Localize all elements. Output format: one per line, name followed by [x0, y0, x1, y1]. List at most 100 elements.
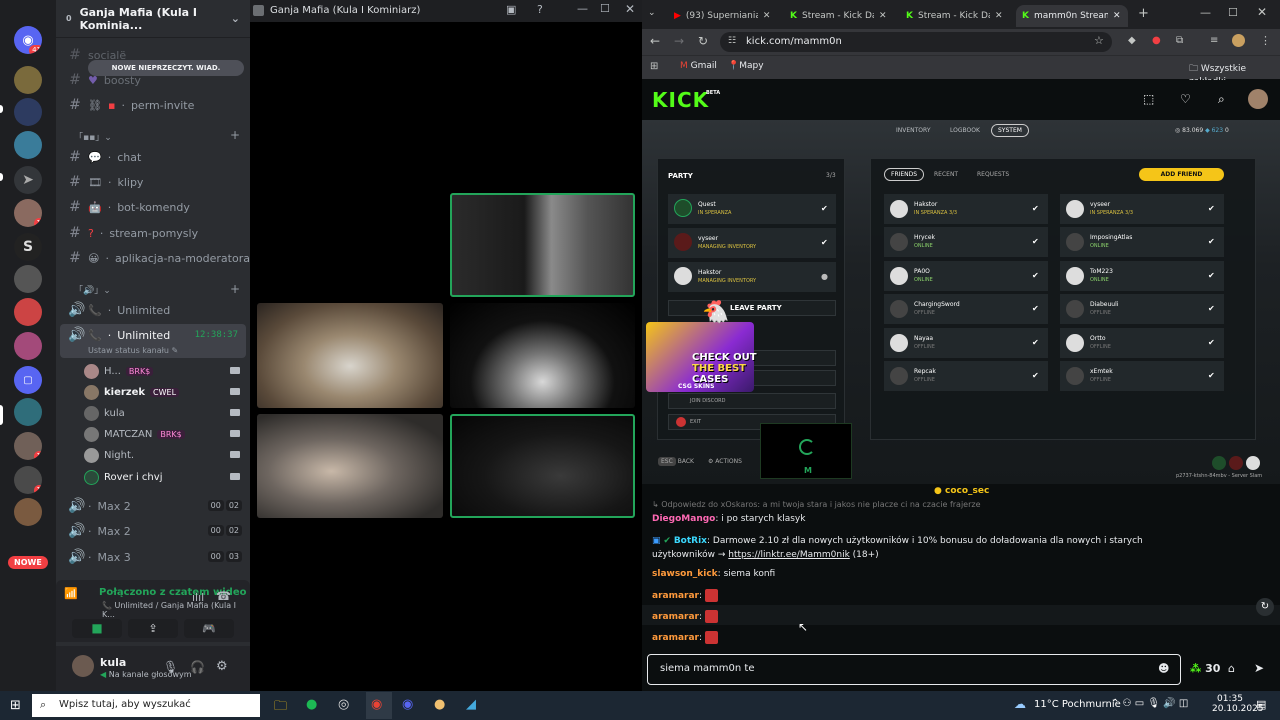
voice-user[interactable]: kula: [84, 404, 125, 422]
add-voice-channel-icon[interactable]: +: [230, 282, 240, 296]
microphone-icon[interactable]: 🎙: [163, 660, 178, 674]
channel-status[interactable]: Ustaw status kanału ✎: [88, 346, 178, 355]
weather-cloud-icon[interactable]: ☁: [1014, 697, 1026, 711]
app-icon[interactable]: ●: [434, 697, 445, 712]
close-icon[interactable]: ✕: [625, 2, 635, 16]
user-avatar[interactable]: [1248, 89, 1268, 109]
voice-channel-max[interactable]: 🔊 · Max 2: [68, 497, 131, 515]
server-icon[interactable]: 1: [14, 199, 42, 227]
scroll-down-button[interactable]: ↻: [1256, 598, 1274, 616]
extension-icon[interactable]: ◆: [1128, 35, 1136, 46]
tab[interactable]: KStream - Kick Dashb✕: [900, 5, 1010, 27]
tab[interactable]: KStream - Kick Dashb✕: [784, 5, 894, 27]
voice-channel-unlimited[interactable]: 🔊 📞 · Unlimited: [68, 301, 170, 319]
search-placeholder[interactable]: Wpisz tutaj, aby wyszukać: [59, 699, 191, 710]
steam-icon[interactable]: ◎: [338, 697, 349, 712]
voice-user[interactable]: MATCZAN BRK$: [84, 425, 185, 443]
profile-avatar[interactable]: [1232, 34, 1245, 47]
emoji-picker-icon[interactable]: ☻: [1158, 662, 1169, 675]
reload-icon[interactable]: ↻: [698, 34, 708, 48]
extension-icon[interactable]: ●: [1152, 35, 1161, 46]
voice-user[interactable]: H... BRK$: [84, 362, 154, 380]
clips-icon[interactable]: ⬚: [1143, 92, 1154, 106]
server-icon[interactable]: 1: [14, 466, 42, 494]
minimize-icon[interactable]: —: [1200, 6, 1211, 19]
chevron-down-icon[interactable]: ⌄: [231, 12, 240, 25]
new-badge[interactable]: NOWE: [8, 556, 48, 569]
chat-username[interactable]: DiegoMango: [652, 514, 715, 524]
kick-logo[interactable]: KICK: [652, 88, 709, 112]
activity-button[interactable]: 🎮: [184, 619, 234, 638]
channel-chat[interactable]: # 💬 · chat: [68, 148, 141, 166]
channel-points[interactable]: ⁂ 30: [1190, 662, 1220, 675]
channel-perm-invite[interactable]: # ⛓ ▪ · perm-invite: [68, 96, 194, 114]
voice-channel-unlimited-active[interactable]: 🔊 📞 · Unlimited: [68, 326, 170, 344]
search-icon[interactable]: ⌕: [1218, 92, 1225, 107]
server-icon[interactable]: [14, 332, 42, 360]
video-tile[interactable]: [450, 303, 635, 408]
video-tile[interactable]: [450, 414, 635, 518]
media-icon[interactable]: ≡: [1210, 35, 1218, 46]
twitch-icon[interactable]: ▢: [14, 366, 42, 394]
server-icon[interactable]: [14, 498, 42, 526]
discord-home-icon[interactable]: ◉ 41: [14, 26, 42, 54]
chat-username[interactable]: aramarar: [652, 591, 699, 601]
puzzle-icon[interactable]: ⧉: [1176, 35, 1183, 46]
connection-subtitle[interactable]: 📞 Unlimited / Ganja Mafia (Kula I K...: [102, 601, 250, 619]
channel-bot-komendy[interactable]: # 🤖 · bot-komendy: [68, 198, 190, 216]
spotify-icon[interactable]: ●: [306, 697, 317, 712]
clock[interactable]: 01:35 20.10.2025: [1212, 694, 1264, 714]
tray-icons[interactable]: ⌃ ⚇ ▭ 🎙 🔊 ◫: [1111, 698, 1188, 709]
heart-icon[interactable]: ♡: [1180, 92, 1191, 106]
new-tab-icon[interactable]: +: [1138, 6, 1149, 21]
site-info-icon[interactable]: ☷: [728, 36, 736, 46]
server-icon[interactable]: [14, 298, 42, 326]
back-icon[interactable]: ←: [650, 34, 660, 48]
channel-klipy[interactable]: # 🎞 · klipy: [68, 173, 143, 191]
screen-share-button[interactable]: ⇪: [128, 619, 178, 638]
discord-icon[interactable]: ◉: [402, 697, 413, 712]
signal-icon[interactable]: 📶: [64, 587, 78, 600]
chat-username[interactable]: slawson_kick: [652, 569, 718, 579]
camera-toggle-button[interactable]: ■: [72, 619, 122, 638]
server-icon[interactable]: [14, 66, 42, 94]
minimize-icon[interactable]: —: [577, 2, 588, 15]
voice-user[interactable]: kierzek CWEL: [84, 383, 180, 401]
chat-username[interactable]: aramarar: [652, 633, 699, 643]
server-icon[interactable]: [14, 265, 42, 293]
voice-user[interactable]: Rover i chvj: [84, 468, 162, 486]
chat-username[interactable]: aramarar: [652, 612, 699, 622]
pip-icon[interactable]: ▣: [506, 3, 516, 16]
voice-channel-max[interactable]: 🔊 · Max 2: [68, 522, 131, 540]
headphones-icon[interactable]: 🎧: [190, 660, 205, 674]
help-icon[interactable]: ?: [537, 3, 543, 16]
weather-text[interactable]: 11°C Pochmurnie: [1034, 699, 1121, 710]
video-tile[interactable]: [257, 414, 443, 518]
chat-link[interactable]: https://linktr.ee/Mamm0nik: [728, 550, 850, 560]
apps-grid-icon[interactable]: ⊞: [650, 61, 658, 72]
send-icon[interactable]: ➤: [1254, 661, 1264, 675]
server-icon[interactable]: [14, 98, 42, 126]
server-icon[interactable]: 1: [14, 432, 42, 460]
channel-item-boosty[interactable]: # ♥ boosty: [68, 71, 141, 89]
bookmark-maps[interactable]: 📍Mapy: [728, 61, 764, 71]
category-header[interactable]: 「▪▪」⌄: [74, 130, 112, 143]
url-text[interactable]: kick.com/mamm0n: [746, 36, 842, 47]
server-icon[interactable]: ➤: [14, 166, 42, 194]
pinned-user[interactable]: ● coco_sec: [934, 486, 989, 496]
voice-category-header[interactable]: 「🔊」⌄: [74, 283, 111, 296]
server-header[interactable]: 0 Ganja Mafia (Kula I Kominia... ⌄: [56, 0, 250, 38]
channel-stream-pomysly[interactable]: #? · stream-pomysly: [68, 224, 198, 242]
video-tile[interactable]: [257, 303, 443, 408]
server-icon[interactable]: [14, 131, 42, 159]
notifications-icon[interactable]: ▤: [1256, 698, 1266, 711]
gift-icon[interactable]: ⌂: [1228, 662, 1235, 675]
chat-username[interactable]: BotRix: [674, 536, 707, 546]
add-channel-icon[interactable]: +: [230, 128, 240, 142]
close-window-icon[interactable]: ✕: [1257, 5, 1267, 19]
channel-aplikacja[interactable]: # 😀 · aplikacja-na-moderatora: [68, 249, 250, 267]
maximize-icon[interactable]: ☐: [600, 2, 610, 15]
file-explorer-icon[interactable]: 🗀: [274, 697, 287, 719]
video-tile[interactable]: [450, 193, 635, 297]
bookmark-gmail[interactable]: M Gmail: [680, 61, 717, 71]
